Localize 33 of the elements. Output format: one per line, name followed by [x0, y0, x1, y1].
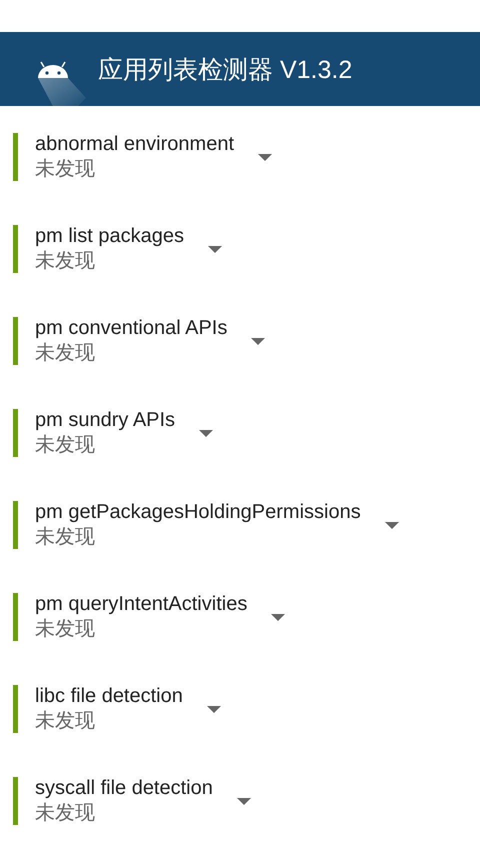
dropdown-caret-icon[interactable] — [199, 430, 214, 436]
status-bar-marker — [13, 501, 18, 549]
check-name: pm queryIntentActivities — [35, 592, 248, 616]
dropdown-caret-icon[interactable] — [208, 246, 222, 252]
check-result: 未发现 — [35, 157, 96, 182]
status-bar-marker — [13, 685, 18, 733]
dropdown-caret-icon[interactable] — [258, 154, 272, 160]
check-name: pm sundry APIs — [35, 408, 176, 432]
dropdown-caret-icon[interactable] — [251, 338, 266, 344]
check-result: 未发现 — [35, 617, 96, 642]
dropdown-caret-icon[interactable] — [206, 706, 221, 712]
check-result: 未发现 — [35, 249, 96, 274]
status-bar-marker — [13, 593, 18, 641]
dropdown-caret-icon[interactable] — [384, 522, 399, 528]
status-bar-marker — [13, 317, 18, 365]
check-result: 未发现 — [35, 801, 96, 826]
status-bar-marker — [13, 133, 18, 181]
check-name: libc file detection — [35, 684, 183, 708]
check-name: syscall file detection — [35, 776, 213, 800]
check-result: 未发现 — [35, 709, 96, 734]
status-bar-marker — [13, 409, 18, 457]
check-name: pm getPackagesHoldingPermissions — [35, 500, 361, 524]
dropdown-caret-icon[interactable] — [236, 798, 251, 804]
app-title: 应用列表检测器 V1.3.2 — [98, 54, 352, 86]
check-name: pm conventional APIs — [35, 316, 228, 340]
status-bar-marker — [13, 777, 18, 825]
check-name: pm list packages — [35, 224, 184, 248]
check-result: 未发现 — [35, 433, 96, 458]
check-result: 未发现 — [35, 341, 96, 366]
check-result: 未发现 — [35, 525, 96, 550]
dropdown-caret-icon[interactable] — [271, 614, 286, 620]
status-bar-marker — [13, 225, 18, 273]
check-name: abnormal environment — [35, 132, 234, 156]
